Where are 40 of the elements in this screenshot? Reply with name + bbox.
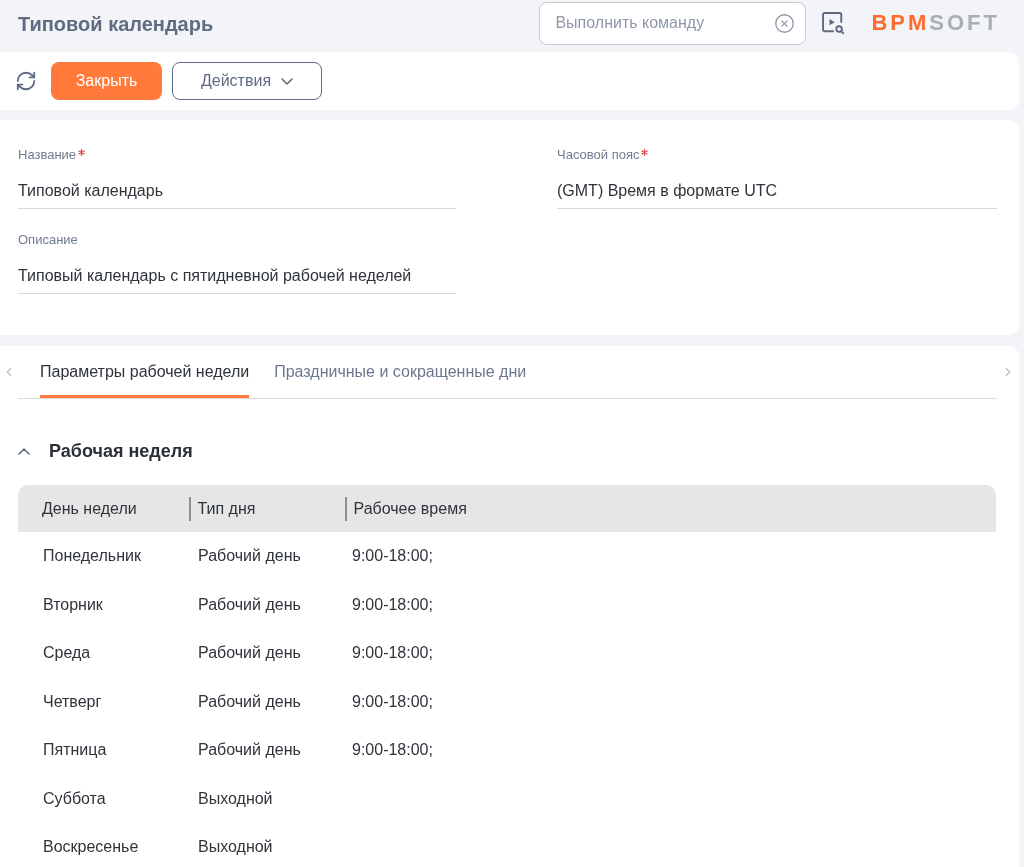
table-cell: Рабочий день (198, 741, 301, 759)
table-cell: 9:00-18:00; (352, 595, 433, 613)
page-title: Типовой календарь (18, 12, 214, 37)
tab[interactable]: Праздничные и сокращенные дни (274, 346, 527, 398)
field-value[interactable]: Типовый календарь с пятидневной рабочей неделей (18, 266, 456, 294)
field-label: Описание (18, 232, 78, 248)
table-cell: Понедельник (43, 547, 141, 565)
table-cell: Четверг (43, 692, 102, 710)
table-cell: Среда (43, 644, 91, 662)
table-cell: Вторник (43, 595, 103, 613)
actions-dropdown-button[interactable]: Действия (172, 62, 322, 100)
screen-search-icon[interactable] (822, 11, 846, 35)
table-cell: Рабочий день (198, 692, 301, 710)
caret-icon (281, 77, 294, 85)
section-title: Рабочая неделя (49, 439, 193, 463)
field-label: Часовой пояс (557, 147, 640, 163)
clear-icon[interactable] (774, 12, 796, 34)
table-cell: 9:00-18:00; (352, 644, 433, 662)
table-cell: 9:00-18:00; (352, 547, 433, 565)
field-value[interactable]: Типовой календарь (18, 181, 456, 209)
table-cell: Суббота (43, 789, 106, 807)
table-cell: Рабочий день (198, 547, 301, 565)
table-cell: Выходной (198, 838, 273, 856)
column-header[interactable]: День недели (18, 496, 137, 521)
refresh-icon[interactable] (15, 70, 37, 92)
logo: BPM SOFT (871, 8, 1000, 37)
collapse-chevron-icon[interactable] (18, 447, 30, 455)
tab[interactable]: Параметры рабочей недели (40, 346, 250, 398)
column-header[interactable]: Рабочее время (346, 496, 467, 521)
column-header[interactable]: Тип дня (190, 496, 256, 521)
table-cell: 9:00-18:00; (352, 692, 433, 710)
table-cell: Рабочий день (198, 595, 301, 613)
table-cell: 9:00-18:00; (352, 741, 433, 759)
table-cell: Рабочий день (198, 644, 301, 662)
field-label: Название (18, 147, 77, 163)
command-search-field[interactable]: Выполнить команду (539, 1, 807, 45)
table-cell: Выходной (198, 789, 273, 807)
table-cell: Пятница (43, 741, 107, 759)
field-value[interactable]: (GMT) Время в формате UTC (557, 181, 997, 209)
table-cell: Воскресенье (43, 838, 139, 856)
